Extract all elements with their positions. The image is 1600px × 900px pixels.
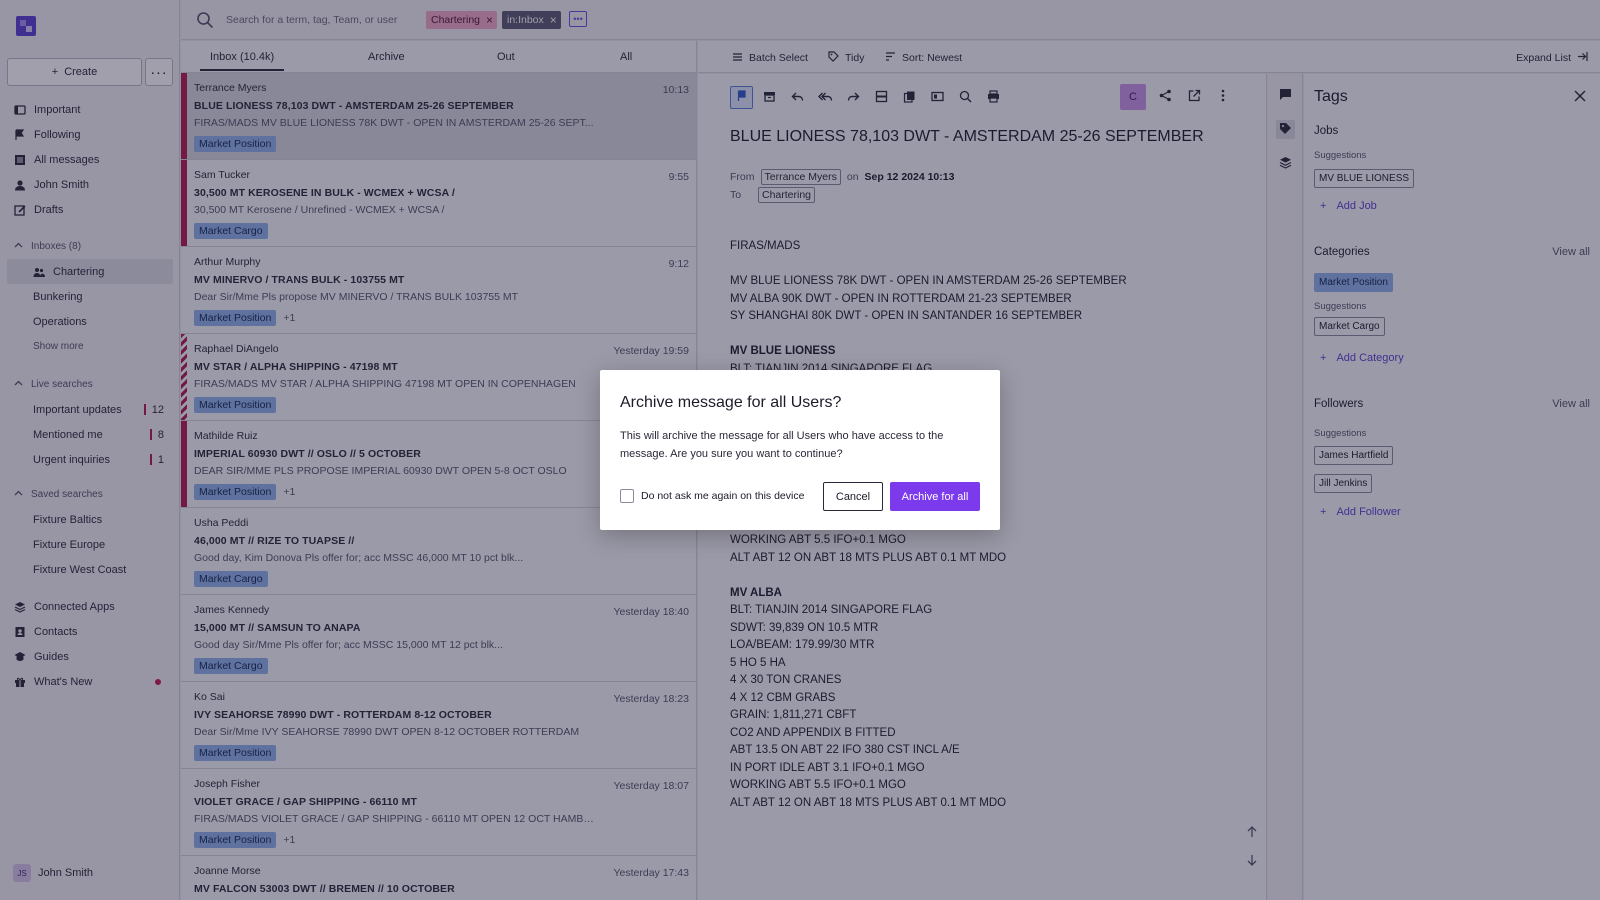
archive-confirm-dialog: Archive message for all Users? This will…	[600, 370, 1000, 530]
dont-ask-again-option[interactable]: Do not ask me again on this device	[620, 489, 804, 503]
archive-for-all-button[interactable]: Archive for all	[890, 482, 980, 511]
checkbox-label: Do not ask me again on this device	[641, 490, 805, 502]
cancel-button[interactable]: Cancel	[823, 482, 883, 511]
dialog-title: Archive message for all Users?	[620, 394, 842, 411]
dont-ask-again-checkbox[interactable]	[620, 489, 634, 503]
dialog-message: This will archive the message for all Us…	[620, 430, 944, 460]
